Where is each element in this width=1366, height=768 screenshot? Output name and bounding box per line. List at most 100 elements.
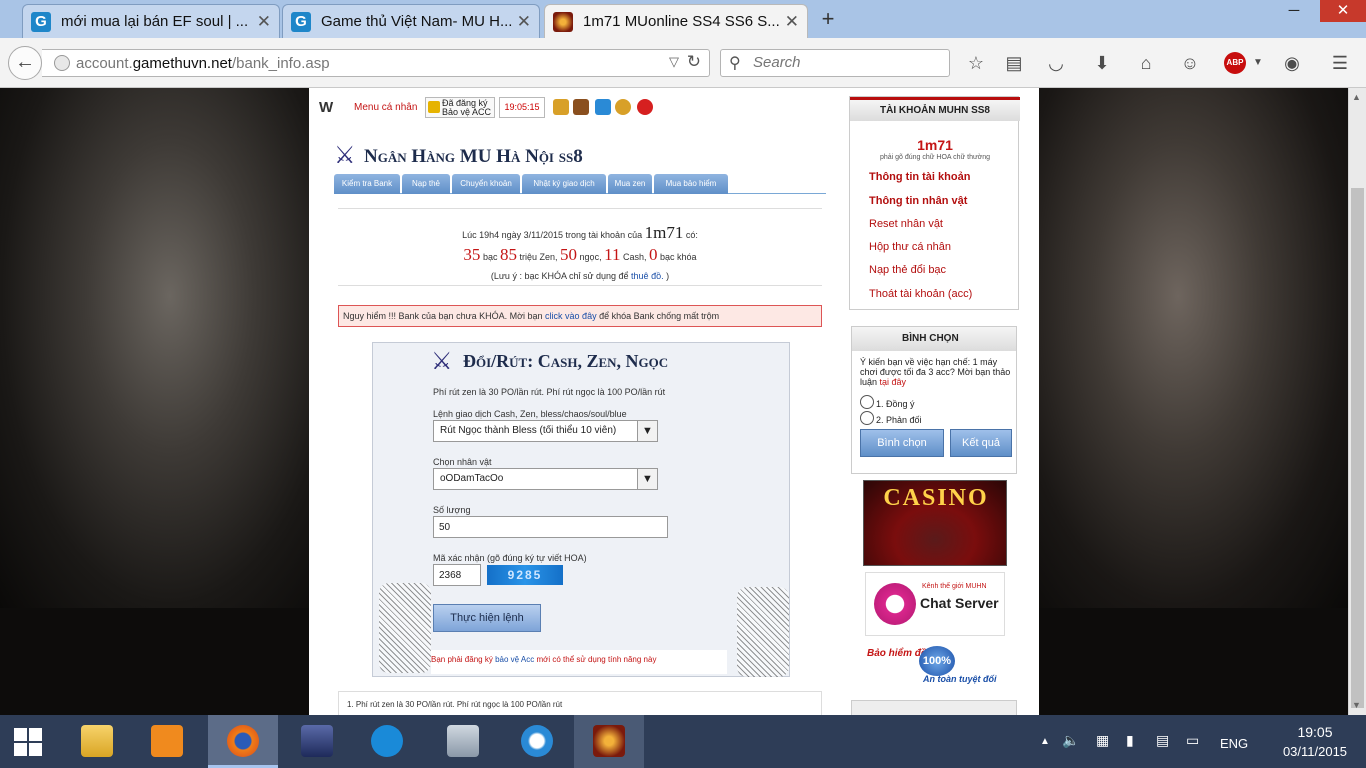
start-button[interactable] <box>0 715 58 768</box>
casino-banner[interactable]: CASINO <box>863 480 1007 566</box>
extension-eye-icon[interactable]: ◉ <box>1280 51 1304 75</box>
browser-tab-2[interactable]: G Game thủ Việt Nam- MU H... ✕ <box>282 4 540 38</box>
input-language[interactable]: ENG <box>1220 736 1248 751</box>
download-icon[interactable]: ⬇ <box>1090 51 1114 75</box>
link-topup-silver[interactable]: Nạp thẻ đổi bạc <box>869 264 946 276</box>
acc-protect-link[interactable]: bảo vệ Acc <box>495 655 534 664</box>
tab-buy-insurance[interactable]: Mua bảo hiểm <box>654 174 728 194</box>
link-mailbox[interactable]: Hộp thư cá nhân <box>869 241 951 253</box>
chat-server-label: Chat Server <box>920 595 999 611</box>
reading-list-icon[interactable]: ▤ <box>1002 51 1026 75</box>
tab-close-icon[interactable]: ✕ <box>517 5 531 38</box>
page-scrollbar[interactable]: ▲ ▼ <box>1348 88 1366 715</box>
execute-button[interactable]: Thực hiện lệnh <box>433 604 541 632</box>
tray-expand-icon[interactable]: ▲ <box>1040 736 1050 747</box>
taskbar-clock-date[interactable]: 03/11/2015 <box>1280 744 1350 759</box>
rent-item-link[interactable]: thuê đồ. <box>631 271 664 281</box>
shopping-cart-icon[interactable] <box>595 99 611 115</box>
chevron-down-icon: ▼ <box>637 421 657 441</box>
browser-tab-3-active[interactable]: 1m71 MUonline SS4 SS6 S... ✕ <box>544 4 808 38</box>
taskbar-clock-time[interactable]: 19:05 <box>1280 724 1350 740</box>
results-button[interactable]: Kết quả <box>950 429 1012 457</box>
background-warrior-right <box>1039 88 1348 608</box>
taskbar-file-explorer[interactable] <box>62 715 132 768</box>
page-content: W Menu cá nhân Đã đăng ký Bảo vệ ACC 19:0… <box>309 88 1039 715</box>
history-dropdown-icon[interactable]: ▽ <box>669 54 679 70</box>
adblock-dropdown-icon[interactable]: ▼ <box>1246 51 1270 75</box>
option-disagree-radio[interactable] <box>860 411 874 425</box>
taskbar-mu-launcher[interactable] <box>574 715 644 768</box>
power-icon[interactable] <box>637 99 653 115</box>
scroll-up-icon[interactable]: ▲ <box>1352 92 1361 102</box>
link-account-info[interactable]: Thông tin tài khoản <box>869 171 970 183</box>
search-input[interactable] <box>753 54 943 71</box>
warrior-sketch-left <box>379 583 431 673</box>
tab-transaction-log[interactable]: Nhật ký giao dịch <box>522 174 606 194</box>
tab-topup-card[interactable]: Nạp thẻ <box>402 174 450 194</box>
command-select[interactable]: Rút Ngọc thành Bless (tối thiểu 10 viên)… <box>433 420 658 442</box>
hamburger-menu-icon[interactable]: ☰ <box>1328 51 1352 75</box>
pocket-icon[interactable]: ◡ <box>1044 51 1068 75</box>
link-reset-character[interactable]: Reset nhân vật <box>869 218 943 230</box>
personal-menu-link[interactable]: Menu cá nhân <box>354 102 417 113</box>
money-bag-icon[interactable] <box>553 99 569 115</box>
chat-server-banner[interactable]: Kênh thế giới MUHN Chat Server <box>865 572 1005 636</box>
new-tab-button[interactable]: + <box>814 6 842 34</box>
balance-note: (Lưu ý : bạc KHÓA chỉ sử dụng để thuê đồ… <box>490 271 670 281</box>
tray-app-error-icon[interactable]: ▤ <box>1156 732 1169 749</box>
tab-transfer[interactable]: Chuyển khoản <box>452 174 520 194</box>
network-error-icon[interactable]: ▮ <box>1126 732 1134 749</box>
reload-icon[interactable]: ↻ <box>687 52 701 72</box>
character-select[interactable]: oODamTacOo ▼ <box>433 468 658 490</box>
tab-close-icon[interactable]: ✕ <box>785 5 799 38</box>
insurance-banner[interactable]: Bảo hiểm đồ 100% An toàn tuyệt đối <box>865 644 1005 690</box>
link-logout[interactable]: Thoát tài khoản (acc) <box>869 288 972 300</box>
sidebar-footer-ornament <box>851 700 1017 715</box>
taskbar-chat-app[interactable] <box>502 715 572 768</box>
back-button[interactable]: ← <box>8 46 42 80</box>
discuss-link[interactable]: tại đây <box>880 377 907 387</box>
acc-protect-badge[interactable]: Đã đăng ký Bảo vệ ACC <box>425 97 495 118</box>
username-hint: phải gõ đúng chữ HOA chữ thường <box>879 154 991 161</box>
poll-question: Ý kiến bạn về việc hạn chế: 1 máy chơi đ… <box>860 357 1011 387</box>
taskbar-firefox[interactable] <box>208 715 278 768</box>
scroll-down-icon[interactable]: ▼ <box>1352 700 1361 710</box>
hello-chat-icon[interactable]: ☺ <box>1178 51 1202 75</box>
poll-title: BÌNH CHỌN <box>852 327 1016 351</box>
windows-taskbar: ▲ 🔈 ▦ ▮ ▤ ▭ ENG 19:05 03/11/2015 <box>0 715 1366 768</box>
tray-app-icon[interactable]: ▦ <box>1096 732 1109 749</box>
taskbar-media-player[interactable] <box>132 715 202 768</box>
treasure-chest-icon[interactable] <box>573 99 589 115</box>
taskbar-mu-game[interactable] <box>282 715 352 768</box>
minimize-icon[interactable]: ─ <box>1272 0 1316 22</box>
reward-icon[interactable] <box>615 99 631 115</box>
form-title: Đổi/Rút: Cash, Zen, Ngọc <box>463 351 669 371</box>
home-icon[interactable]: ⌂ <box>1134 51 1158 75</box>
tab-buy-zen[interactable]: Mua zen <box>608 174 652 194</box>
chat-bubble-icon <box>874 583 916 625</box>
vote-button[interactable]: Bình chọn <box>860 429 944 457</box>
quantity-input[interactable] <box>433 516 668 538</box>
captcha-input[interactable] <box>433 564 481 586</box>
insurance-label: Bảo hiểm đồ <box>867 648 928 659</box>
username: 1m71 <box>917 137 953 153</box>
action-center-icon[interactable]: ▭ <box>1186 732 1199 749</box>
address-bar[interactable]: account.gamethuvn.net/bank_info.asp ▽ ↻ <box>42 49 710 77</box>
link-character-info[interactable]: Thông tin nhân vật <box>869 195 967 207</box>
scrollbar-thumb[interactable] <box>1351 188 1364 708</box>
taskbar-zalo[interactable] <box>352 715 422 768</box>
volume-icon[interactable]: 🔈 <box>1062 732 1079 749</box>
balance-values: 35 bạc 85 triệu Zen, 50 ngọc, 11 Cash, 0… <box>463 245 697 264</box>
site-logo[interactable]: W <box>319 99 333 116</box>
tab-close-icon[interactable]: ✕ <box>257 5 271 38</box>
lock-bank-link[interactable]: click vào đây <box>545 311 597 321</box>
search-box[interactable]: ⚲ <box>720 49 950 77</box>
quantity-label: Số lượng <box>433 505 471 515</box>
tab-check-bank[interactable]: Kiểm tra Bank <box>334 174 400 194</box>
adblock-icon[interactable]: ABP <box>1224 52 1246 74</box>
bookmark-star-icon[interactable]: ☆ <box>964 51 988 75</box>
browser-tab-1[interactable]: G mới mua lại bán EF soul | ... ✕ <box>22 4 280 38</box>
option-agree-radio[interactable] <box>860 395 874 409</box>
window-close-icon[interactable]: ✕ <box>1320 0 1366 22</box>
taskbar-monitor[interactable] <box>428 715 498 768</box>
